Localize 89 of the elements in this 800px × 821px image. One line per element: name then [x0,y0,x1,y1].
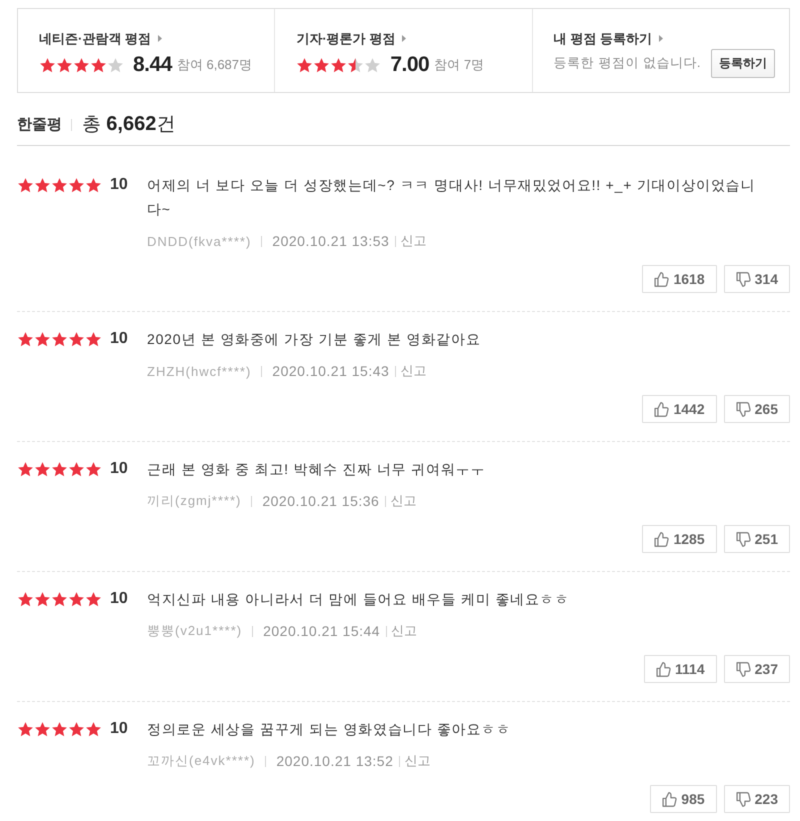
star-icon [68,330,85,348]
caret-icon [158,35,162,42]
star-icon [68,176,85,194]
star-icon [313,56,330,74]
star-icon [73,56,90,74]
review-date: 2020.10.21 13:52 [276,753,394,769]
author-name: DNDD(fkva****) [147,234,252,248]
dislike-button[interactable]: 314 [724,265,790,293]
thumbs-up-icon [654,532,670,546]
thumbs-up-icon [654,272,670,286]
thumbs-down-icon [736,662,751,676]
star-icon [296,56,314,74]
participant-count: 참여 7명 [434,56,484,74]
star-icon [85,590,102,608]
star-icon [85,176,102,194]
star-icon [51,176,68,194]
review-score: 10 [110,460,128,478]
dislike-button[interactable]: 223 [724,785,790,813]
star-icon [34,590,51,608]
review-score: 10 [110,720,128,738]
star-icon [17,720,34,738]
like-button[interactable]: 1618 [642,265,717,293]
review-date: 2020.10.21 13:53 [272,233,390,249]
thumbs-up-icon [662,792,678,806]
like-button[interactable]: 1285 [642,525,717,553]
star-icon [330,56,348,74]
thumbs-up-icon [656,662,672,676]
participant-count: 참여 6,687명 [176,56,252,74]
register-rating-link[interactable]: 내 평점 등록하기 [554,30,663,47]
review-score: 10 [110,176,128,194]
caret-icon [402,35,406,42]
star-icon [34,176,51,194]
author-name: 뿡뿡(v2u1****) [147,622,242,640]
star-icon [68,720,85,738]
star-icon [34,460,51,478]
star-icon [34,720,51,738]
like-button[interactable]: 985 [650,785,717,813]
star-icon [364,56,382,74]
like-button[interactable]: 1114 [644,655,717,683]
thumbs-down-icon [736,532,751,546]
no-rating-message: 등록한 평점이 없습니다. [554,54,701,72]
star-icon [68,590,85,608]
review-text: 어제의 너 보다 오늘 더 성장했는데~? ㅋㅋ 명대사! 너무재밌었어요!! +_+ 기대이상이었습니다~ [147,176,756,219]
review-text: 억지신파 내용 아니라서 더 맘에 들어요 배우들 케미 좋네요ㅎㅎ [147,590,570,609]
dislike-button[interactable]: 237 [724,655,790,683]
star-icon [85,330,102,348]
section-title: 한줄평 [17,114,62,134]
star-icon [17,590,34,608]
star-icon [51,330,68,348]
star-icon [51,720,68,738]
star-icon [51,590,68,608]
star-icon [39,56,56,74]
star-icon [107,56,124,74]
review-total-count: 총 6,662건 [82,112,176,137]
review-text: 2020년 본 영화중에 가장 기분 좋게 본 영화같아요 [147,330,482,349]
star-icon [85,720,102,738]
star-icon [17,460,34,478]
register-button[interactable]: 등록하기 [710,49,775,78]
review-text: 정의로운 세상을 꿈꾸게 되는 영화였습니다 좋아요ㅎㅎ [147,720,512,739]
star-icon [68,460,85,478]
author-name: 꼬까신(e4vk****) [147,752,256,770]
caret-icon [658,35,663,42]
review-score: 10 [110,590,128,608]
thumbs-down-icon [736,792,751,806]
review-date: 2020.10.21 15:44 [263,623,380,639]
dislike-button[interactable]: 251 [724,525,790,553]
star-icon [347,56,364,74]
rating-category-link[interactable]: 기자·평론가 평점 [296,30,406,47]
thumbs-down-icon [736,272,751,286]
thumbs-down-icon [736,402,751,416]
thumbs-up-icon [654,402,670,416]
average-score: 7.00 [390,53,430,77]
star-icon [85,460,102,478]
author-name: ZHZH(hwcf****) [147,364,252,378]
average-score: 8.44 [133,53,172,77]
review-score: 10 [110,330,128,348]
review-text: 근래 본 영화 중 최고! 박혜수 진짜 너무 귀여워ㅜㅜ [147,460,486,479]
like-button[interactable]: 1442 [642,395,717,423]
star-icon [56,56,73,74]
star-icon [34,330,51,348]
review-date: 2020.10.21 15:43 [272,363,390,379]
star-icon [90,56,107,74]
star-icon [17,330,34,348]
star-icon [17,176,34,194]
star-icon [51,460,68,478]
dislike-button[interactable]: 265 [724,395,790,423]
rating-category-link[interactable]: 네티즌·관람객 평점 [39,30,162,47]
review-date: 2020.10.21 15:36 [262,493,380,509]
author-name: 끼리(zgmj****) [147,492,242,510]
